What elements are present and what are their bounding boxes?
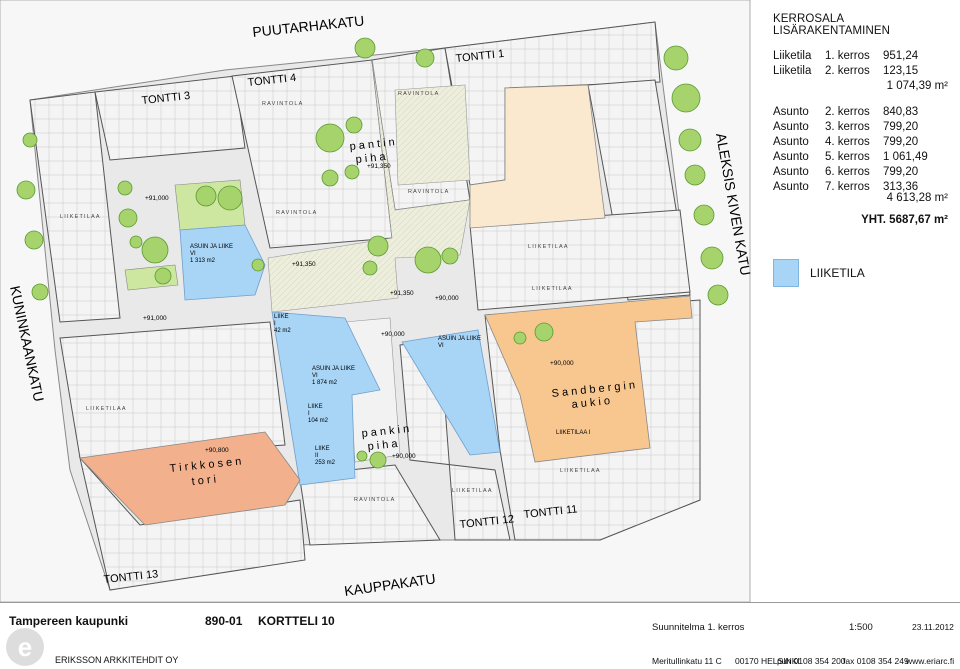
floor-cell: 2. kerros [825, 64, 870, 77]
level-label: +90,000 [392, 453, 416, 460]
unit-label: ASUIN JA LIIKE [312, 366, 355, 372]
commercial-area-table: Liiketila 1. kerros 951,24 Liiketila 2. … [773, 48, 953, 78]
function-label: LIIKETILAA [560, 468, 601, 474]
use-cell: Liiketila [773, 64, 812, 77]
unit-label: LIIKETILAA I [556, 430, 591, 436]
unit-label: 1 313 m2 [190, 258, 216, 264]
function-label: LIIKETILAA [528, 244, 569, 250]
office-fax: fax 0108 354 249 [843, 656, 909, 666]
level-label: +90,000 [381, 331, 405, 338]
unit-label: VI [190, 251, 196, 257]
area-cell: 799,20 [883, 135, 919, 148]
legend-title: KERROSALA LISÄRAKENTAMINEN [773, 13, 891, 37]
liiketila-swatch-label: LIIKETILA [810, 266, 865, 280]
floor-cell: 2. kerros [825, 105, 870, 118]
level-label: +91,350 [367, 163, 391, 170]
residential-area-table: Asunto 2. kerros 840,83 Asunto 3. kerros 799… [773, 104, 953, 194]
floor-cell: 6. kerros [825, 165, 870, 178]
unit-label: LIIKE [308, 404, 323, 410]
function-label: RAVINTOLA [276, 210, 317, 216]
area-cell: 799,20 [883, 165, 919, 178]
residential-total: 4 613,28 m² [886, 192, 948, 204]
table-row: Asunto 6. kerros 799,20 [773, 164, 953, 179]
function-label: RAVINTOLA [398, 91, 439, 97]
level-label: +90,000 [550, 360, 574, 367]
unit-label: VI [312, 373, 318, 379]
site-plan: PUUTARHAKATU ALEKSIS KIVEN KATU KAUPPAKA… [0, 0, 760, 602]
unit-label: 42 m2 [274, 328, 291, 334]
level-label: +91,000 [143, 315, 167, 322]
use-cell: Asunto [773, 135, 809, 148]
unit-label: 1 874 m2 [312, 380, 338, 386]
office-phone: puh 0108 354 200 [777, 656, 846, 666]
function-label: LIIKETILAA [60, 214, 101, 220]
use-cell: Liiketila [773, 49, 812, 62]
floor-cell: 4. kerros [825, 135, 870, 148]
unit-label: 104 m2 [308, 418, 329, 424]
table-row: Liiketila 2. kerros 123,15 [773, 63, 953, 78]
area-cell: 951,24 [883, 49, 919, 62]
block-name: KORTTELI 10 [258, 614, 335, 628]
function-label: RAVINTOLA [262, 101, 303, 107]
floor-cell: 7. kerros [825, 180, 870, 193]
floor-cell: 3. kerros [825, 120, 870, 133]
scale: 1:500 [849, 622, 873, 633]
table-row: Asunto 4. kerros 799,20 [773, 134, 953, 149]
area-cell: 1 061,49 [883, 150, 928, 163]
unit-label: ASUIN JA LIIKE [438, 336, 481, 342]
grand-total: YHT. 5687,67 m² [861, 214, 948, 226]
unit-label: ASUIN JA LIIKE [190, 244, 233, 250]
level-label: +91,000 [145, 195, 169, 202]
level-label: +91,350 [292, 261, 316, 268]
use-cell: Asunto [773, 150, 809, 163]
unit-label: LIIKE [274, 314, 289, 320]
logo-letter: e [17, 632, 33, 662]
function-label: LIIKETILAA [86, 406, 127, 412]
floor-cell: 5. kerros [825, 150, 870, 163]
use-cell: Asunto [773, 120, 809, 133]
table-row: Asunto 2. kerros 840,83 [773, 104, 953, 119]
unit-label: LIIKE [315, 446, 330, 452]
function-label: RAVINTOLA [408, 189, 449, 195]
level-label: +90,800 [205, 447, 229, 454]
project-code: 890-01 [205, 614, 243, 628]
unit-label: 253 m2 [315, 460, 336, 466]
use-cell: Asunto [773, 105, 809, 118]
date: 23.11.2012 [912, 622, 954, 632]
office-name: ERIKSSON ARKKITEHDIT OY [55, 655, 179, 665]
level-label: +91,350 [390, 290, 414, 297]
office-address: Meritullinkatu 11 C [652, 656, 722, 666]
office-logo: e [6, 628, 44, 666]
liiketila-swatch [773, 259, 799, 287]
table-row: Liiketila 1. kerros 951,24 [773, 48, 953, 63]
plan-title: Suunnitelma 1. kerros [652, 622, 745, 633]
level-label: +90,000 [435, 295, 459, 302]
use-cell: Asunto [773, 165, 809, 178]
function-label: LIIKETILAA [532, 286, 573, 292]
area-cell: 799,20 [883, 120, 919, 133]
floor-cell: 1. kerros [825, 49, 870, 62]
unit-label: II [315, 453, 319, 459]
function-label: LIIKETILAA [452, 488, 493, 494]
commercial-total: 1 074,39 m² [886, 80, 948, 92]
area-cell: 123,15 [883, 64, 919, 77]
function-label: RAVINTOLA [354, 497, 395, 503]
unit-label: VI [438, 343, 444, 349]
tirkkosen-tori-2: t o r i [191, 473, 217, 487]
office-web: www.eriarc.fi [906, 656, 955, 666]
area-cell: 840,83 [883, 105, 919, 118]
table-row: Asunto 3. kerros 799,20 [773, 119, 953, 134]
table-row: Asunto 5. kerros 1 061,49 [773, 149, 953, 164]
city-name: Tampereen kaupunki [9, 614, 129, 628]
use-cell: Asunto [773, 180, 809, 193]
